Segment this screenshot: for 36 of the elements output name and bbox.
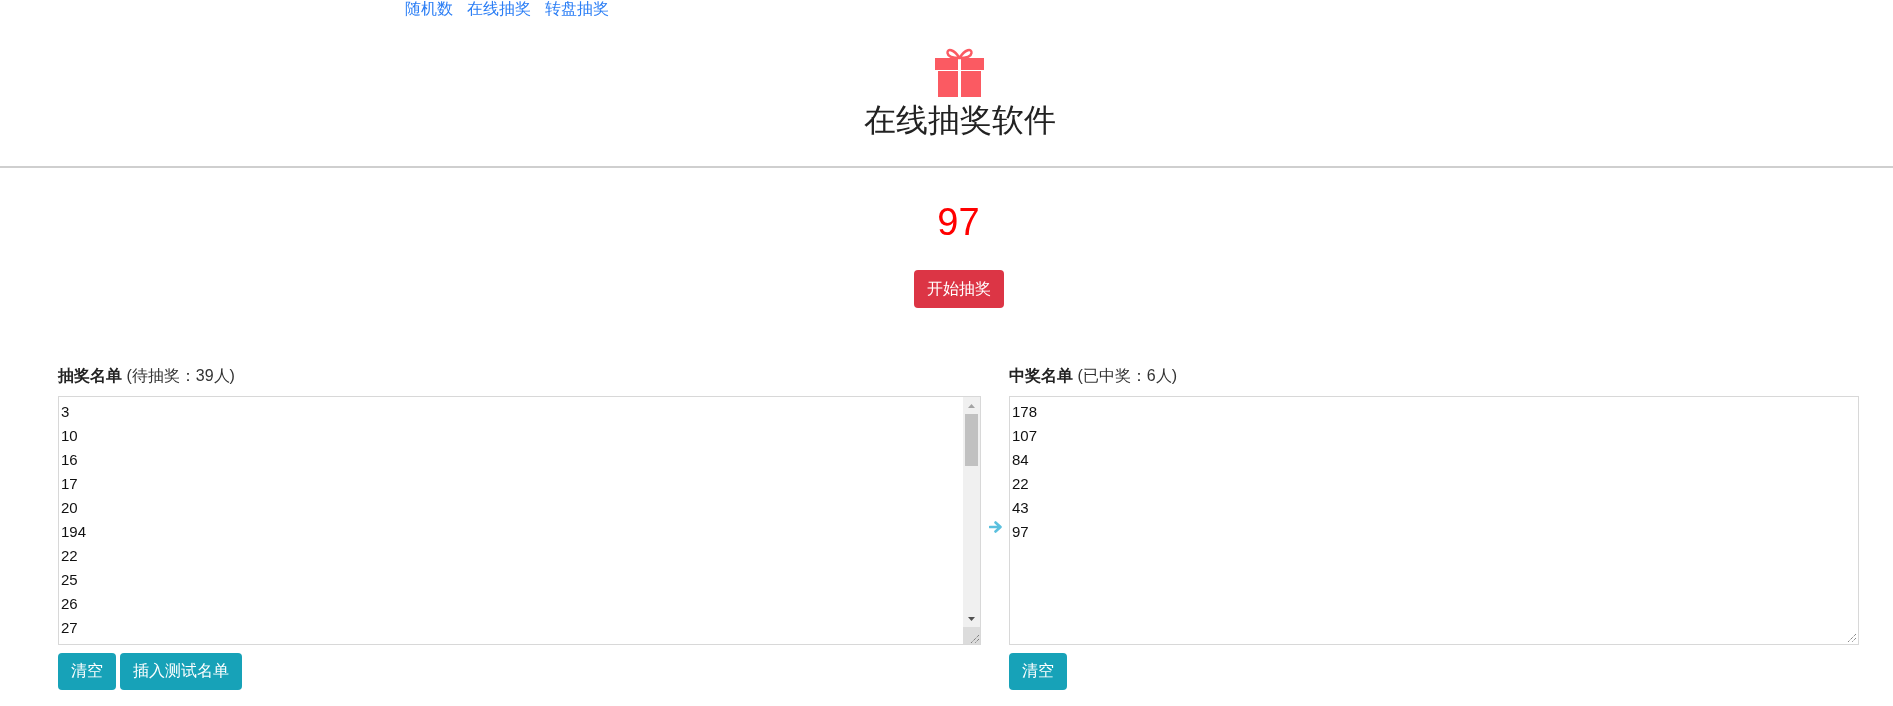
list-entry: 25 [61, 570, 78, 590]
resize-grip-icon[interactable] [1847, 633, 1857, 643]
list-entry: 26 [61, 594, 78, 614]
gift-icon [935, 47, 984, 97]
app-title: 在线抽奖软件 [863, 101, 1056, 140]
list-entry: 27 [61, 618, 78, 638]
resize-grip-icon[interactable] [963, 627, 980, 644]
list-entry: 22 [1012, 474, 1029, 494]
insert-test-names-button[interactable]: 插入测试名单 [120, 653, 242, 690]
scroll-down-icon[interactable] [968, 616, 975, 621]
list-entry: 17 [61, 474, 78, 494]
start-draw-button[interactable]: 开始抽奖 [913, 270, 1004, 308]
clear-button[interactable]: 清空 [1009, 653, 1067, 690]
nav-link[interactable]: 转盘抽奖 [545, 0, 609, 18]
list-entry: 97 [1012, 522, 1029, 542]
list-entry: 194 [61, 522, 87, 542]
draw-result-number: 97 [937, 200, 980, 245]
list-label: 中奖名单 (已中奖：6人) [1009, 366, 1177, 386]
clear-button[interactable]: 清空 [58, 653, 116, 690]
nav-link[interactable]: 随机数 [405, 0, 453, 18]
list-entry: 3 [61, 402, 70, 422]
list-entry: 20 [61, 498, 78, 518]
list-entry: 16 [61, 450, 78, 470]
names-textarea[interactable]: 3 10 16 17 20 194 22 25 26 27 [58, 396, 981, 645]
list-entry: 84 [1012, 450, 1029, 470]
names-textarea[interactable]: 178 107 84 22 43 97 [1009, 396, 1859, 645]
list-entry: 107 [1012, 426, 1038, 446]
scroll-up-icon[interactable] [968, 403, 975, 408]
list-entry: 178 [1012, 402, 1038, 422]
nav-link[interactable]: 在线抽奖 [467, 0, 531, 18]
list-label: 抽奖名单 (待抽奖：39人) [58, 366, 235, 386]
arrow-right-icon [988, 521, 1002, 533]
list-entry: 22 [61, 546, 78, 566]
list-entry: 10 [61, 426, 78, 446]
list-entry: 43 [1012, 498, 1029, 518]
scrollbar-thumb[interactable] [965, 414, 978, 466]
